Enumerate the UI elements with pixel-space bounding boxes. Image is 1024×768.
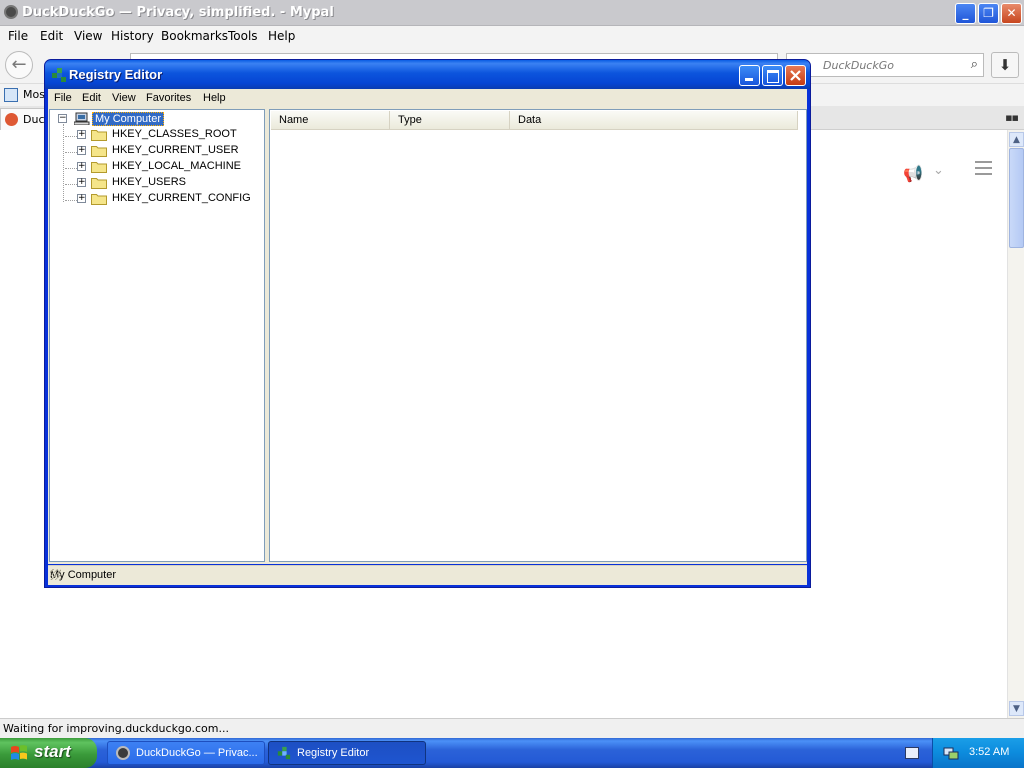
search-icon[interactable]: ⌕ — [971, 57, 978, 72]
page-vertical-scrollbar[interactable]: ▲ ▼ — [1007, 130, 1024, 718]
folder-icon — [91, 130, 107, 141]
expand-icon[interactable]: + — [77, 146, 86, 155]
browser-menu-help[interactable]: Help — [268, 29, 295, 43]
regedit-menu-favorites[interactable]: Favorites — [146, 92, 191, 104]
search-placeholder: DuckDuckGo — [823, 59, 894, 72]
regedit-menu-edit[interactable]: Edit — [82, 92, 101, 104]
column-header-data[interactable]: Data — [510, 111, 798, 130]
browser-menu-file[interactable]: File — [8, 29, 28, 43]
close-icon — [790, 70, 801, 81]
tree-label-hklm: HKEY_LOCAL_MACHINE — [112, 160, 241, 172]
registry-values-pane[interactable]: Name Type Data — [269, 109, 807, 562]
browser-menubar: File Edit View History Bookmarks Tools H… — [0, 26, 1024, 46]
scroll-up-arrow-icon[interactable]: ▲ — [1009, 132, 1024, 147]
windows-logo-icon — [11, 745, 27, 760]
taskbar-button-label: Registry Editor — [297, 747, 370, 759]
tree-label-hkcc: HKEY_CURRENT_CONFIG — [112, 192, 251, 204]
mypal-app-icon — [4, 5, 18, 19]
tree-node-my-computer[interactable]: − My Computer — [50, 111, 250, 127]
taskbar-button-regedit[interactable]: Registry Editor — [268, 741, 426, 765]
browser-titlebar[interactable]: DuckDuckGo — Privacy, simplified. - Mypa… — [0, 0, 1024, 26]
duckduckgo-favicon-icon — [5, 113, 18, 126]
browser-menu-history[interactable]: History — [111, 29, 154, 43]
browser-menu-edit[interactable]: Edit — [40, 29, 63, 43]
tree-node-hkcu[interactable]: + HKEY_CURRENT_USER — [50, 143, 260, 159]
scroll-down-arrow-icon[interactable]: ▼ — [1009, 701, 1024, 716]
regedit-titlebar[interactable]: Registry Editor — [45, 60, 810, 89]
back-arrow-icon[interactable]: ← — [5, 51, 33, 79]
tree-node-hkcc[interactable]: + HKEY_CURRENT_CONFIG — [50, 191, 260, 207]
column-header-name[interactable]: Name — [271, 111, 390, 130]
browser-status-text: Waiting for improving.duckduckgo.com... — [3, 722, 229, 735]
browser-close-button[interactable]: ✕ — [1001, 3, 1022, 24]
network-icon[interactable] — [943, 745, 959, 761]
registry-editor-window: Registry Editor File Edit View Favorites… — [44, 59, 811, 588]
expand-icon[interactable]: + — [77, 130, 86, 139]
bookmark-folder-icon — [4, 88, 18, 102]
regedit-status-bar: My Computer — [48, 565, 807, 585]
folder-icon — [91, 146, 107, 157]
folder-icon — [91, 194, 107, 205]
regedit-close-button[interactable] — [785, 65, 806, 86]
regedit-menubar: File Edit View Favorites Help — [48, 89, 807, 108]
regedit-menu-help[interactable]: Help — [203, 92, 226, 104]
regedit-body: − My Computer + HKEY_CLASSES_ROOT + HKEY… — [48, 108, 807, 564]
browser-restore-button[interactable]: ❐ — [978, 3, 999, 24]
taskbar-button-label: DuckDuckGo — Privac... — [136, 747, 258, 759]
computer-icon — [74, 112, 90, 125]
taskbar: start DuckDuckGo — Privac... Registry Ed… — [0, 738, 1024, 768]
column-header-type[interactable]: Type — [390, 111, 510, 130]
tree-label-my-computer: My Computer — [92, 112, 165, 126]
tree-node-hkcr[interactable]: + HKEY_CLASSES_ROOT — [50, 127, 260, 143]
clock: 3:52 AM — [969, 746, 1010, 758]
tree-label-hkcu: HKEY_CURRENT_USER — [112, 144, 239, 156]
folder-icon — [91, 162, 107, 173]
expand-icon[interactable]: + — [77, 194, 86, 203]
regedit-minimize-button[interactable] — [739, 65, 760, 86]
expand-icon[interactable]: + — [77, 162, 86, 171]
regedit-menu-view[interactable]: View — [112, 92, 136, 104]
tree-node-hklm[interactable]: + HKEY_LOCAL_MACHINE — [50, 159, 260, 175]
browser-menu-bookmarks[interactable]: Bookmarks — [161, 29, 228, 43]
browser-title: DuckDuckGo — Privacy, simplified. - Mypa… — [22, 5, 334, 20]
registry-icon — [277, 746, 291, 760]
duckduckgo-icon — [116, 746, 130, 760]
browser-menu-view[interactable]: View — [74, 29, 102, 43]
scroll-thumb[interactable] — [1009, 148, 1024, 248]
chevron-down-icon[interactable]: ⌄ — [933, 163, 944, 178]
tree-label-hku: HKEY_USERS — [112, 176, 186, 188]
registry-tree-pane[interactable]: − My Computer + HKEY_CLASSES_ROOT + HKEY… — [49, 109, 265, 562]
folder-icon — [91, 178, 107, 189]
keyboard-icon[interactable] — [905, 747, 919, 759]
megaphone-icon[interactable]: 📢 — [903, 164, 923, 183]
tree-node-hku[interactable]: + HKEY_USERS — [50, 175, 260, 191]
start-label: start — [34, 742, 71, 761]
regedit-maximize-button[interactable] — [762, 65, 783, 86]
regedit-menu-file[interactable]: File — [54, 92, 72, 104]
resize-grip-icon[interactable] — [50, 569, 61, 580]
tab-list-icon[interactable]: ▪▪ — [1005, 111, 1019, 124]
taskbar-button-browser[interactable]: DuckDuckGo — Privac... — [107, 741, 265, 765]
regedit-title: Registry Editor — [69, 67, 163, 82]
hamburger-menu-icon[interactable] — [975, 161, 992, 175]
tree-label-hkcr: HKEY_CLASSES_ROOT — [112, 128, 237, 140]
collapse-icon[interactable]: − — [58, 114, 67, 123]
start-button[interactable]: start — [0, 738, 97, 768]
expand-icon[interactable]: + — [77, 178, 86, 187]
system-tray: 3:52 AM — [932, 738, 1024, 768]
browser-minimize-button[interactable]: _ — [955, 3, 976, 24]
download-icon[interactable]: ⬇ — [991, 52, 1019, 78]
browser-status-bar: Waiting for improving.duckduckgo.com... — [0, 718, 1024, 738]
registry-icon — [52, 68, 66, 82]
browser-menu-tools[interactable]: Tools — [228, 29, 258, 43]
search-input[interactable]: DuckDuckGo ⌕ — [786, 53, 984, 77]
